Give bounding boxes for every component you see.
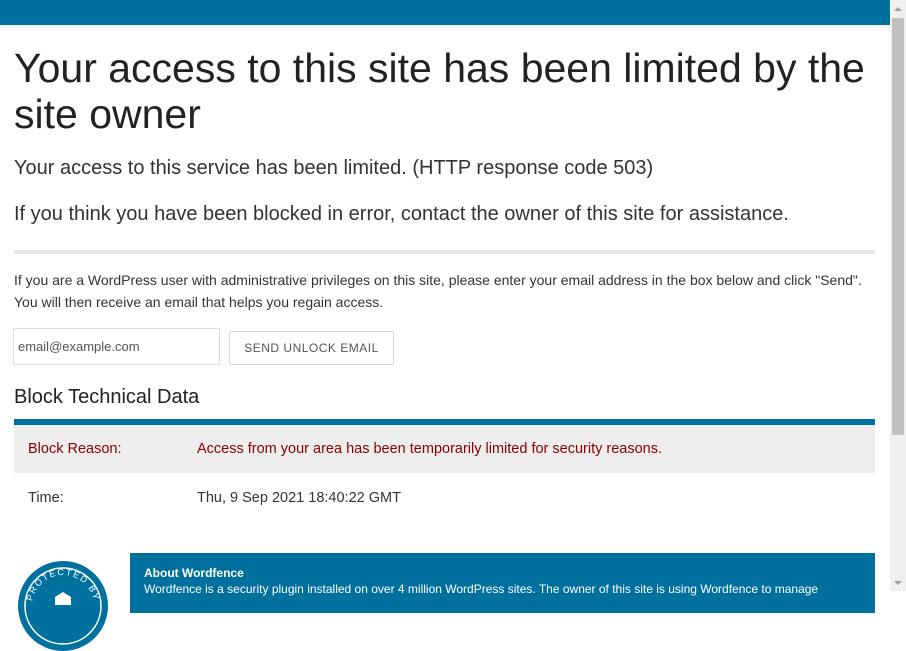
table-row-block-reason: Block Reason: Access from your area has … (14, 425, 875, 473)
email-input[interactable] (13, 328, 220, 365)
block-technical-data-heading: Block Technical Data (14, 386, 200, 408)
about-wordfence-box: About Wordfence Wordfence is a security … (130, 553, 875, 613)
scroll-down-arrow-icon[interactable] (890, 574, 906, 591)
divider (14, 250, 875, 254)
scroll-up-arrow-icon[interactable] (890, 0, 906, 17)
scrollbar-thumb[interactable] (892, 18, 904, 435)
limited-message: Your access to this service has been lim… (14, 157, 654, 179)
time-label: Time: (28, 490, 64, 506)
table-row-time: Time: Thu, 9 Sep 2021 18:40:22 GMT (14, 473, 875, 523)
vertical-scrollbar[interactable] (890, 0, 906, 591)
page-title: Your access to this site has been limite… (14, 45, 865, 137)
top-bar (0, 0, 890, 25)
send-unlock-email-button[interactable]: SEND UNLOCK EMAIL (229, 331, 394, 365)
about-text: Wordfence is a security plugin installed… (144, 582, 819, 596)
time-value: Thu, 9 Sep 2021 18:40:22 GMT (197, 490, 401, 506)
about-title: About Wordfence (144, 566, 244, 580)
error-message: If you think you have been blocked in er… (14, 203, 789, 225)
block-reason-value: Access from your area has been temporari… (197, 441, 662, 457)
block-reason-label: Block Reason: (28, 441, 122, 457)
wordfence-protected-badge-icon: PROTECTED BY (18, 561, 108, 651)
admin-message: If you are a WordPress user with adminis… (14, 272, 862, 310)
